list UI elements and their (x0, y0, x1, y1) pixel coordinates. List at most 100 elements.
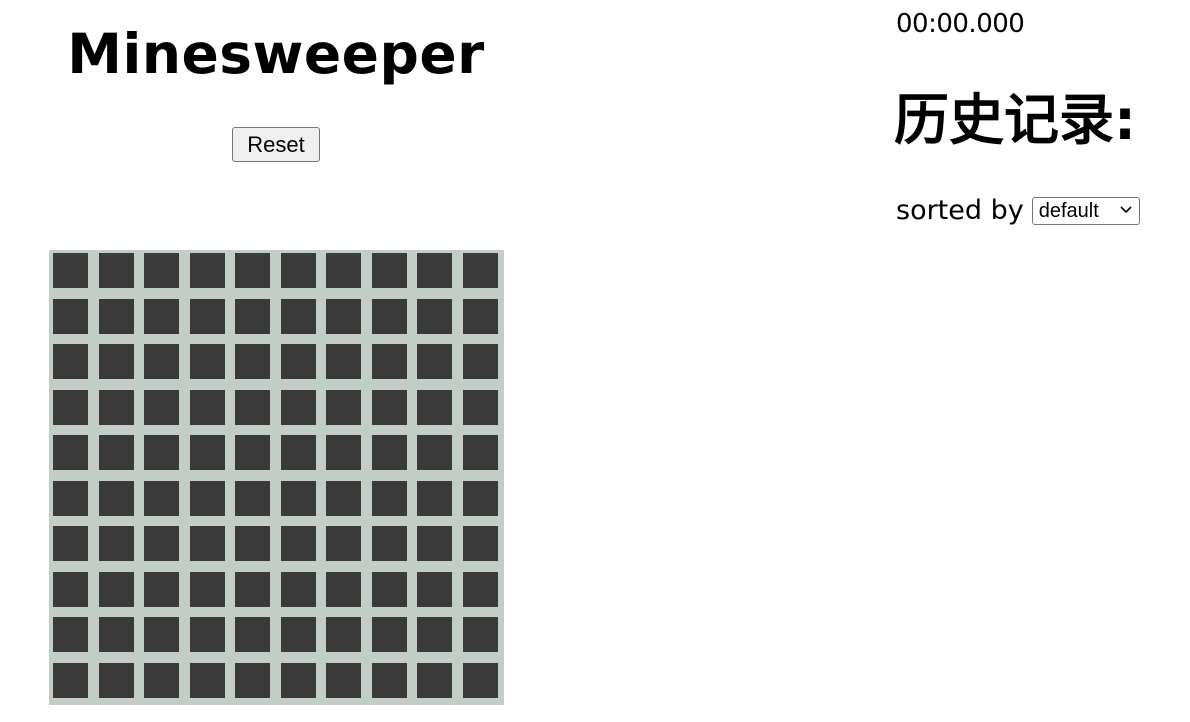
board-cell[interactable] (417, 662, 452, 698)
board-cell[interactable] (98, 617, 134, 652)
board-cell[interactable] (280, 617, 316, 652)
board-cell[interactable] (371, 389, 407, 425)
board-cell[interactable] (53, 571, 88, 607)
board-cell[interactable] (189, 389, 225, 425)
board-cell[interactable] (189, 344, 225, 379)
board-cell[interactable] (53, 344, 88, 379)
board-cell[interactable] (53, 526, 88, 561)
board-cell[interactable] (371, 298, 407, 334)
board-cell[interactable] (235, 662, 270, 698)
board-cell[interactable] (53, 435, 88, 470)
board-cell[interactable] (462, 480, 498, 516)
board-cell[interactable] (326, 298, 361, 334)
board-cell[interactable] (53, 389, 88, 425)
board-cell[interactable] (144, 298, 179, 334)
board-cell[interactable] (144, 571, 179, 607)
board-cell[interactable] (235, 617, 270, 652)
board-cell[interactable] (98, 526, 134, 561)
board-cell[interactable] (280, 435, 316, 470)
board-cell[interactable] (235, 344, 270, 379)
board-cell[interactable] (189, 617, 225, 652)
board-cell[interactable] (417, 435, 452, 470)
board-cell[interactable] (144, 344, 179, 379)
board-cell[interactable] (144, 480, 179, 516)
board-cell[interactable] (98, 480, 134, 516)
board-cell[interactable] (280, 253, 316, 288)
board-cell[interactable] (462, 344, 498, 379)
board-cell[interactable] (53, 617, 88, 652)
board-cell[interactable] (53, 480, 88, 516)
board-cell[interactable] (98, 389, 134, 425)
board-cell[interactable] (235, 571, 270, 607)
board-cell[interactable] (144, 435, 179, 470)
board-cell[interactable] (53, 662, 88, 698)
board-cell[interactable] (98, 435, 134, 470)
reset-button[interactable]: Reset (232, 127, 320, 162)
board-cell[interactable] (189, 571, 225, 607)
board-cell[interactable] (371, 344, 407, 379)
board-cell[interactable] (189, 662, 225, 698)
board-cell[interactable] (189, 253, 225, 288)
board-cell[interactable] (326, 526, 361, 561)
board-cell[interactable] (326, 617, 361, 652)
board-cell[interactable] (144, 253, 179, 288)
board-cell[interactable] (144, 662, 179, 698)
board-cell[interactable] (417, 526, 452, 561)
board-cell[interactable] (371, 662, 407, 698)
board-cell[interactable] (326, 571, 361, 607)
board-cell[interactable] (235, 435, 270, 470)
board-cell[interactable] (98, 298, 134, 334)
board-cell[interactable] (53, 253, 88, 288)
sort-select[interactable]: default (1031, 197, 1140, 225)
board-cell[interactable] (189, 480, 225, 516)
board-cell[interactable] (371, 253, 407, 288)
board-cell[interactable] (189, 435, 225, 470)
board-cell[interactable] (235, 389, 270, 425)
board-cell[interactable] (462, 571, 498, 607)
board-cell[interactable] (417, 617, 452, 652)
board-cell[interactable] (326, 435, 361, 470)
board-cell[interactable] (462, 526, 498, 561)
board-cell[interactable] (326, 662, 361, 698)
board-cell[interactable] (98, 662, 134, 698)
board-cell[interactable] (417, 571, 452, 607)
board-cell[interactable] (371, 480, 407, 516)
board-cell[interactable] (235, 298, 270, 334)
board-cell[interactable] (417, 389, 452, 425)
board-cell[interactable] (280, 344, 316, 379)
board-cell[interactable] (371, 617, 407, 652)
board-cell[interactable] (417, 253, 452, 288)
board-cell[interactable] (462, 298, 498, 334)
board-cell[interactable] (417, 480, 452, 516)
board-cell[interactable] (189, 298, 225, 334)
board-cell[interactable] (326, 344, 361, 379)
board-cell[interactable] (280, 389, 316, 425)
board-cell[interactable] (462, 389, 498, 425)
board-cell[interactable] (144, 526, 179, 561)
board-cell[interactable] (144, 617, 179, 652)
board-cell[interactable] (280, 480, 316, 516)
board-cell[interactable] (98, 571, 134, 607)
board-cell[interactable] (326, 253, 361, 288)
board-cell[interactable] (235, 480, 270, 516)
board-cell[interactable] (326, 480, 361, 516)
board-cell[interactable] (235, 253, 270, 288)
board-cell[interactable] (98, 253, 134, 288)
board-cell[interactable] (189, 526, 225, 561)
board-cell[interactable] (462, 662, 498, 698)
board-cell[interactable] (280, 526, 316, 561)
board-cell[interactable] (326, 389, 361, 425)
board-cell[interactable] (53, 298, 88, 334)
board-cell[interactable] (98, 344, 134, 379)
board-cell[interactable] (371, 571, 407, 607)
board-cell[interactable] (462, 253, 498, 288)
board-cell[interactable] (144, 389, 179, 425)
board-cell[interactable] (371, 435, 407, 470)
board-cell[interactable] (280, 298, 316, 334)
board-cell[interactable] (462, 435, 498, 470)
board-cell[interactable] (235, 526, 270, 561)
board-cell[interactable] (371, 526, 407, 561)
board-cell[interactable] (280, 662, 316, 698)
board-cell[interactable] (417, 298, 452, 334)
board-cell[interactable] (280, 571, 316, 607)
